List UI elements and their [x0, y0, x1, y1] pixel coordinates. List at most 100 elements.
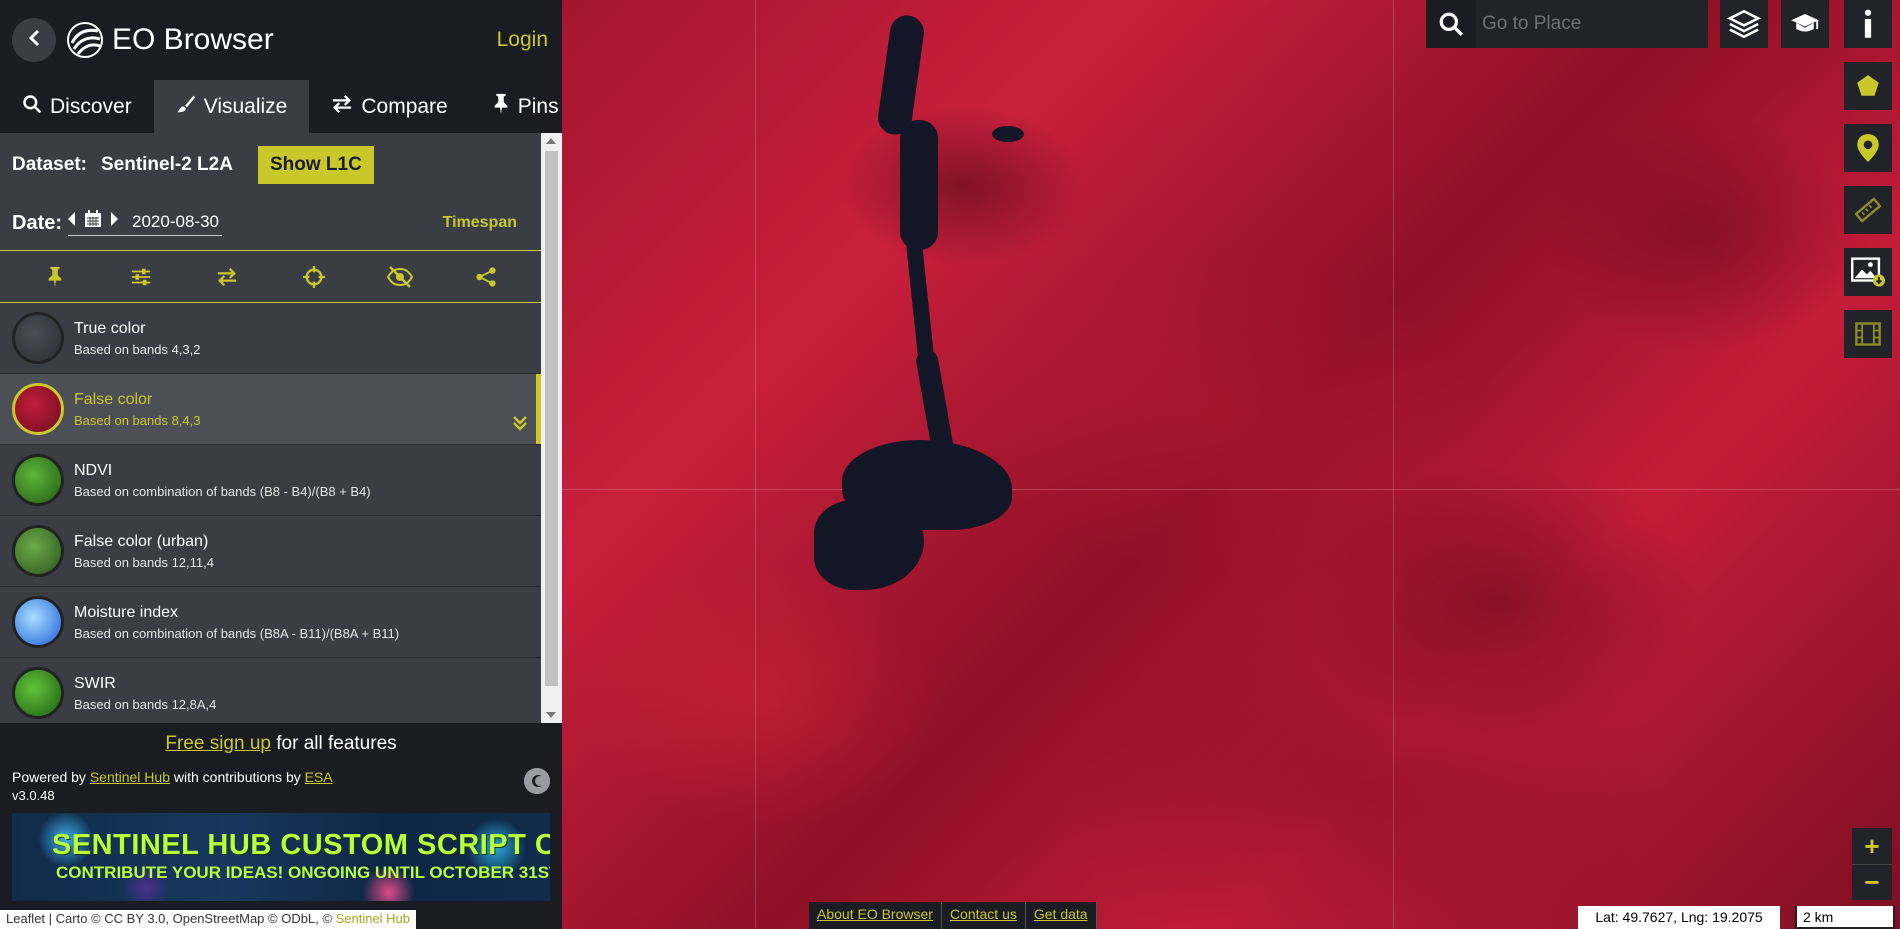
sidebar-footer: Free sign up for all features Powered by…: [0, 723, 562, 901]
lake-shape: [875, 13, 927, 137]
lake-shape: [900, 120, 938, 250]
layer-name: False color (urban): [74, 532, 209, 550]
caret-left-icon[interactable]: [68, 212, 76, 231]
layer-thumbnail: [12, 667, 64, 719]
layer-item-false-color-urban[interactable]: False color (urban) Based on bands 12,11…: [0, 516, 541, 587]
image-download-icon[interactable]: [1844, 248, 1892, 296]
layer-item-false-color[interactable]: False color Based on bands 8,4,3: [0, 374, 541, 445]
lake-shape: [814, 500, 924, 590]
map-attribution: Leaflet | Carto © CC BY 3.0, OpenStreetM…: [0, 910, 417, 929]
pin-icon[interactable]: [35, 257, 75, 297]
app-title: EO Browser: [112, 23, 274, 56]
layer-description: Based on bands 12,8A,4: [74, 696, 217, 712]
layers-icon[interactable]: [1720, 0, 1768, 48]
cookie-icon[interactable]: [524, 768, 550, 794]
tab-visualize[interactable]: Visualize: [153, 80, 310, 133]
attribution-link[interactable]: Sentinel Hub: [336, 911, 410, 926]
map-marker-icon[interactable]: [1844, 124, 1892, 172]
layer-item-moisture-index[interactable]: Moisture index Based on combination of b…: [0, 587, 541, 658]
tab-label: Compare: [361, 94, 448, 118]
layer-name: False color: [74, 390, 153, 408]
scale-bar: 2 km: [1795, 906, 1895, 929]
calendar-icon[interactable]: [84, 210, 102, 233]
lake-shape: [992, 126, 1024, 142]
scroll-down-icon[interactable]: [546, 712, 556, 718]
visualize-scroll-area[interactable]: Dataset: Sentinel-2 L2A Show L1C Date: 2…: [0, 133, 541, 723]
panel-scrollbar[interactable]: [541, 133, 562, 723]
zoom-out-button[interactable]: −: [1852, 864, 1892, 900]
tab-bar: Discover Visualize Compare Pins: [0, 80, 562, 133]
dataset-value: Sentinel-2 L2A: [100, 153, 233, 175]
powered-by: Powered by Sentinel Hub with contributio…: [12, 769, 562, 785]
powered-prefix: Powered by: [12, 769, 90, 785]
banner-subtitle: CONTRIBUTE YOUR IDEAS! ONGOING UNTIL OCT…: [56, 863, 550, 882]
polygon-icon[interactable]: [1844, 62, 1892, 110]
layer-toolbar: [0, 250, 541, 303]
eo-browser-logo: [66, 21, 104, 59]
caret-right-icon[interactable]: [110, 212, 119, 231]
login-link[interactable]: Login: [497, 28, 548, 52]
back-button[interactable]: [12, 18, 56, 62]
show-l1c-button[interactable]: Show L1C: [257, 145, 374, 184]
tab-compare[interactable]: Compare: [309, 80, 469, 133]
map-view[interactable]: [562, 0, 1900, 929]
info-icon[interactable]: [1844, 0, 1892, 48]
zoom-control: + −: [1852, 828, 1892, 900]
eye-slash-icon[interactable]: [380, 257, 420, 297]
chevron-left-icon: [27, 29, 41, 52]
about-link[interactable]: About EO Browser: [809, 902, 942, 929]
tab-discover[interactable]: Discover: [0, 80, 154, 133]
get-data-link[interactable]: Get data: [1026, 902, 1097, 929]
tab-label: Pins: [517, 94, 559, 118]
layer-description: Based on combination of bands (B8A - B11…: [74, 625, 400, 641]
search-input[interactable]: [1476, 13, 1696, 35]
zoom-in-button[interactable]: +: [1852, 828, 1892, 864]
lake-shape: [905, 239, 935, 361]
layer-description: Based on bands 4,3,2: [74, 341, 201, 357]
layer-name: SWIR: [74, 674, 116, 692]
chevron-double-down-icon[interactable]: [513, 415, 527, 436]
layer-description: Based on combination of bands (B8 - B4)/…: [74, 483, 371, 499]
dataset-row: Dataset: Sentinel-2 L2A Show L1C: [0, 133, 541, 196]
date-row: Date: 2020-08-30 Timespan: [0, 196, 541, 250]
crosshair-icon[interactable]: [294, 257, 334, 297]
brush-icon: [176, 94, 196, 120]
dataset-label: Dataset:: [12, 153, 87, 175]
layer-thumbnail: [12, 312, 64, 364]
layer-description: Based on bands 12,11,4: [74, 554, 214, 570]
education-icon[interactable]: [1781, 0, 1829, 48]
tab-pins[interactable]: Pins: [470, 80, 581, 133]
layer-name: True color: [74, 319, 146, 337]
tab-label: Visualize: [203, 94, 288, 118]
date-input[interactable]: 2020-08-30: [132, 212, 222, 232]
coordinates-readout: Lat: 49.7627, Lng: 19.2075: [1578, 906, 1780, 929]
esa-link[interactable]: ESA: [305, 769, 333, 785]
version-label: v3.0.48: [12, 788, 55, 803]
contact-link[interactable]: Contact us: [942, 902, 1026, 929]
layer-thumbnail: [12, 383, 64, 435]
share-icon[interactable]: [466, 257, 506, 297]
ruler-icon[interactable]: [1844, 186, 1892, 234]
layer-item-true-color[interactable]: True color Based on bands 4,3,2: [0, 303, 541, 374]
signup-line: Free sign up for all features: [0, 733, 562, 755]
signup-link[interactable]: Free sign up: [165, 733, 271, 754]
sentinel-hub-link[interactable]: Sentinel Hub: [90, 769, 170, 785]
sliders-icon[interactable]: [121, 257, 161, 297]
search-bar: [1426, 0, 1708, 48]
banner-title: SENTINEL HUB CUSTOM SCRIPT CONTEST: [52, 829, 550, 861]
film-icon[interactable]: [1844, 310, 1892, 358]
contest-banner[interactable]: SENTINEL HUB CUSTOM SCRIPT CONTEST CONTR…: [12, 813, 550, 901]
scroll-up-icon[interactable]: [546, 138, 556, 144]
timespan-link[interactable]: Timespan: [443, 214, 517, 232]
search-icon[interactable]: [1426, 0, 1476, 48]
scrollbar-thumb[interactable]: [545, 151, 558, 686]
layer-item-ndvi[interactable]: NDVI Based on combination of bands (B8 -…: [0, 445, 541, 516]
layer-item-swir[interactable]: SWIR Based on bands 12,8A,4: [0, 658, 541, 723]
pin-icon: [492, 93, 510, 121]
date-picker: 2020-08-30: [68, 210, 223, 236]
tab-label: Discover: [50, 94, 132, 118]
swap-icon[interactable]: [207, 257, 247, 297]
date-label: Date:: [12, 211, 63, 234]
layer-thumbnail: [12, 454, 64, 506]
swap-icon: [331, 94, 353, 120]
